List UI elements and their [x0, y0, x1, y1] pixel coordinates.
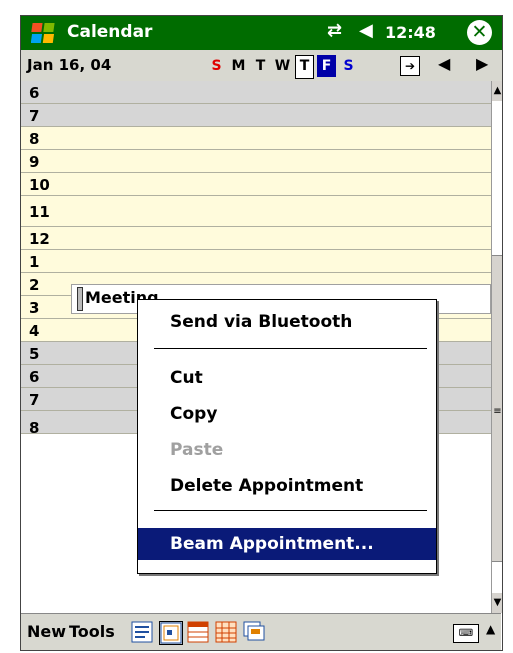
- new-menu[interactable]: New: [27, 622, 66, 641]
- hour-row[interactable]: 7: [21, 104, 491, 127]
- hour-label: 5: [29, 345, 40, 363]
- hour-row[interactable]: 1: [21, 250, 491, 273]
- hour-label: 1: [29, 253, 40, 271]
- month-view-icon[interactable]: [215, 621, 237, 643]
- menu-item-beam-appointment[interactable]: Beam Appointment...: [138, 528, 436, 560]
- scrollbar-thumb[interactable]: ≡: [492, 255, 502, 562]
- day-monday[interactable]: M: [229, 55, 248, 77]
- date-bar: Jan 16, 04 S M T W T F S ➔ ◀ ▶: [21, 50, 502, 82]
- menu-item-send-via-bluetooth[interactable]: Send via Bluetooth: [138, 308, 436, 336]
- menu-item-delete-appointment[interactable]: Delete Appointment: [138, 472, 436, 500]
- scroll-down-icon[interactable]: ▼: [492, 593, 502, 613]
- hour-label: 6: [29, 368, 40, 386]
- hour-label: 3: [29, 299, 40, 317]
- grip-icon: ≡: [493, 406, 502, 417]
- menu-separator: [154, 510, 427, 511]
- hour-label: 7: [29, 391, 40, 409]
- hour-label: 11: [29, 203, 50, 221]
- hour-row[interactable]: 6: [21, 81, 491, 104]
- hour-row[interactable]: 9: [21, 150, 491, 173]
- connectivity-icon[interactable]: ⇄: [327, 20, 342, 41]
- day-view-icon[interactable]: [159, 621, 183, 645]
- year-view-icon[interactable]: [243, 621, 265, 643]
- scroll-up-icon[interactable]: ▲: [492, 81, 502, 101]
- next-week-arrow-icon[interactable]: ▶: [476, 54, 488, 73]
- hour-row[interactable]: 11: [21, 196, 491, 227]
- hour-label: 9: [29, 153, 40, 171]
- menu-separator: [154, 348, 427, 349]
- hour-label: 10: [29, 176, 50, 194]
- menu-item-copy[interactable]: Copy: [138, 400, 436, 428]
- start-menu-icon[interactable]: [31, 20, 57, 46]
- input-panel-arrow-icon[interactable]: ▲: [486, 622, 495, 636]
- appointment-marker: [77, 287, 83, 311]
- hour-label: 8: [29, 130, 40, 148]
- hour-label: 7: [29, 107, 40, 125]
- day-friday[interactable]: F: [317, 55, 336, 77]
- week-view-icon[interactable]: [187, 621, 209, 643]
- keyboard-icon[interactable]: ⌨: [453, 624, 479, 643]
- volume-icon[interactable]: ◀: [359, 20, 373, 41]
- hour-label: 6: [29, 84, 40, 102]
- day-tuesday[interactable]: T: [251, 55, 270, 77]
- day-sunday[interactable]: S: [207, 55, 226, 77]
- current-date[interactable]: Jan 16, 04: [27, 56, 111, 74]
- vertical-scrollbar[interactable]: ▲ ≡ ▼: [491, 81, 502, 614]
- week-day-selector: S M T W T F S: [207, 55, 361, 79]
- previous-week-arrow-icon[interactable]: ◀: [438, 54, 450, 73]
- command-bar: New Tools ⌨ ▲: [21, 613, 501, 650]
- menu-item-paste: Paste: [170, 440, 224, 460]
- clock[interactable]: 12:48: [385, 23, 436, 42]
- hour-row[interactable]: 8: [21, 127, 491, 150]
- agenda-view-icon[interactable]: [131, 621, 153, 643]
- menu-item-cut[interactable]: Cut: [138, 364, 436, 392]
- context-menu: Send via Bluetooth Cut Copy Paste Delete…: [137, 299, 437, 574]
- app-title: Calendar: [67, 22, 153, 42]
- hour-label: 2: [29, 276, 40, 294]
- hour-row[interactable]: 10: [21, 173, 491, 196]
- go-to-today-icon[interactable]: ➔: [400, 56, 420, 76]
- day-thursday[interactable]: T: [295, 55, 314, 79]
- close-button[interactable]: ✕: [467, 20, 492, 45]
- title-bar: Calendar ⇄ ◀ 12:48 ✕: [21, 16, 502, 50]
- tools-menu[interactable]: Tools: [69, 622, 115, 641]
- hour-label: 4: [29, 322, 40, 340]
- day-saturday[interactable]: S: [339, 55, 358, 77]
- hour-label: 12: [29, 230, 50, 248]
- hour-row[interactable]: 12: [21, 227, 491, 250]
- hour-label: 8: [29, 419, 40, 437]
- day-wednesday[interactable]: W: [273, 55, 292, 77]
